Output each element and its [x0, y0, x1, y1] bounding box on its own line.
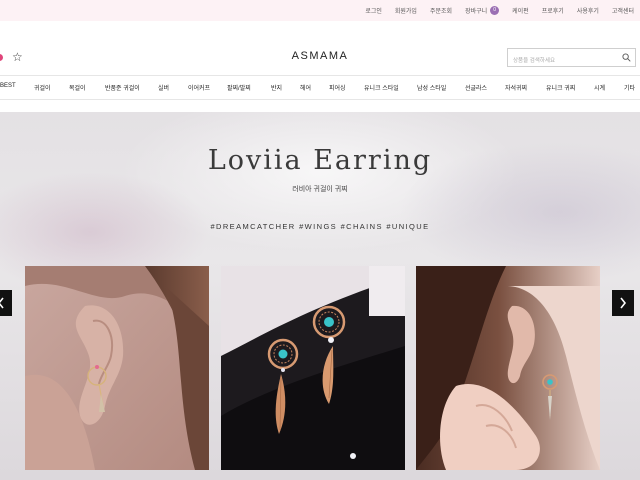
signup-label: 회원가입 [394, 9, 417, 15]
pro-review-link[interactable]: 프로후기 [542, 6, 564, 15]
nav-item-allergy-free-earrings[interactable]: 반품준 귀걸이 [105, 83, 140, 92]
customer-center-link[interactable]: 고객센터 [612, 6, 634, 15]
utility-links: 로그인 회원가입 주문조회 장바구니 0 케이펀 프로후기 사용후기 고객센터 [352, 0, 634, 21]
chevron-left-icon [0, 297, 4, 309]
nav-item-bracelets-anklets[interactable]: 팔찌/발찌 [227, 83, 251, 92]
slider-next-button[interactable] [612, 290, 634, 316]
product-photo-ear-side[interactable] [25, 266, 209, 470]
nav-item-hair[interactable]: 헤어 [300, 83, 311, 92]
hero-subtitle: 러비아 귀걸이 귀찌 [292, 186, 348, 193]
search-icon[interactable] [622, 53, 631, 62]
hero-title: Loviia Earring [207, 145, 433, 176]
customer-center-label: 고객센터 [611, 9, 634, 15]
nav-item-watches[interactable]: 시계 [594, 83, 605, 92]
nav-item-necklaces[interactable]: 목걸이 [69, 83, 86, 92]
hero-banner: Loviia Earring 러비아 귀걸이 귀찌 #DREAMCATCHER … [0, 112, 640, 480]
earring-closeup-image [221, 266, 405, 470]
order-lookup-link[interactable]: 주문조회 [430, 6, 452, 15]
chevron-right-icon [620, 297, 627, 309]
nav-item-etc[interactable]: 기타 [624, 83, 635, 92]
nav-item-best[interactable]: BEST [0, 83, 16, 89]
product-photo-earring-closeup[interactable] [221, 266, 405, 470]
login-label: 로그인 [365, 9, 382, 15]
category-nav: BEST 귀걸이 목걸이 반품준 귀걸이 실버 이어커프 팔찌/발찌 반지 헤어… [0, 75, 640, 100]
ear-hand-image [416, 266, 600, 470]
pro-review-label: 프로후기 [541, 9, 564, 15]
site-header: ☆ ASMAMA [0, 21, 640, 75]
review-link[interactable]: 사용후기 [577, 6, 599, 15]
ear-side-image [25, 266, 209, 470]
slider-prev-button[interactable] [0, 290, 12, 316]
search-box [507, 48, 636, 70]
kfun-label: 케이펀 [512, 9, 529, 15]
nav-item-mens-style[interactable]: 남성 스타일 [417, 83, 446, 92]
nav-item-earrings[interactable]: 귀걸이 [34, 83, 51, 92]
product-photo-ear-hand[interactable] [416, 266, 600, 470]
nav-item-unique-clip-earrings[interactable]: 유니크 귀찌 [546, 83, 575, 92]
login-link[interactable]: 로그인 [365, 6, 382, 15]
cart-count-badge: 0 [490, 6, 500, 15]
search-input[interactable] [508, 52, 618, 70]
site-logo[interactable]: ASMAMA [292, 50, 349, 62]
kfun-link[interactable]: 케이펀 [512, 6, 529, 15]
nav-item-unique-style[interactable]: 유니크 스타일 [364, 83, 399, 92]
nav-item-ear-cuffs[interactable]: 이어커프 [188, 83, 210, 92]
order-lookup-label: 주문조회 [429, 9, 453, 15]
signup-link[interactable]: 회원가입 [395, 6, 417, 15]
hero-hashtags: #DREAMCATCHER #WINGS #CHAINS #UNIQUE [210, 222, 430, 231]
nav-item-sunglasses[interactable]: 선글라스 [465, 83, 487, 92]
review-label: 사용후기 [576, 9, 599, 15]
nav-item-magnetic-clip-earrings[interactable]: 자석귀찌 [505, 83, 527, 92]
star-icon[interactable]: ☆ [12, 50, 23, 64]
nav-item-silver[interactable]: 실버 [158, 83, 169, 92]
top-utility-bar: 로그인 회원가입 주문조회 장바구니 0 케이펀 프로후기 사용후기 고객센터 [0, 0, 640, 21]
cart-label: 장바구니 [465, 9, 488, 15]
nav-item-rings[interactable]: 반지 [271, 83, 282, 92]
nav-item-piercing[interactable]: 피어싱 [329, 83, 346, 92]
cart-link[interactable]: 장바구니 0 [465, 6, 500, 15]
pink-dot-icon[interactable] [0, 54, 3, 61]
